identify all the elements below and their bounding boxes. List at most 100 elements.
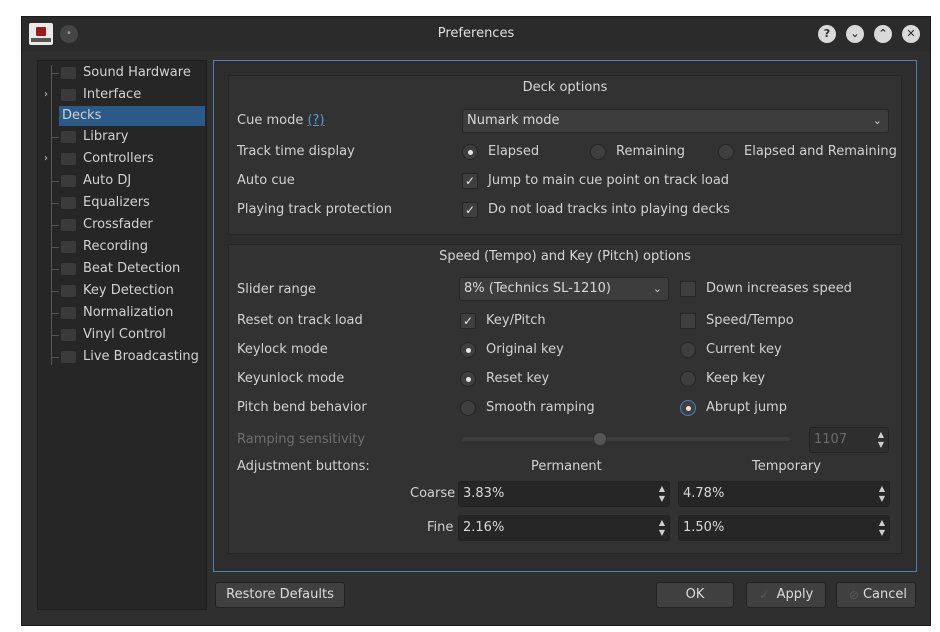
sidebar-item-beat-detection[interactable]: Beat Detection [38, 259, 206, 279]
fine-label: Fine [427, 520, 454, 535]
title-bar: • Preferences ? ⌄ ⌃ ✕ [22, 17, 930, 51]
speed-options-group: Speed (Tempo) and Key (Pitch) options Sl… [228, 244, 902, 554]
keyunlock-reset-label[interactable]: Reset key [486, 371, 549, 386]
cancel-icon: ⊘ [849, 588, 860, 602]
spin-arrows-icon[interactable]: ▲ ▼ [878, 430, 884, 450]
ramping-label: Ramping sensitivity [237, 432, 366, 447]
track-time-elapsed-label[interactable]: Elapsed [488, 144, 539, 159]
ok-button[interactable]: OK [656, 582, 734, 608]
sidebar-item-recording[interactable]: Recording [38, 237, 206, 257]
sidebar-item-crossfader[interactable]: Crossfader [38, 215, 206, 235]
window-title: Preferences [437, 26, 515, 41]
keyunlock-keep-radio[interactable] [680, 371, 696, 387]
pitchbend-abrupt-radio[interactable] [680, 400, 696, 416]
track-time-remaining-radio[interactable] [590, 144, 606, 160]
close-button[interactable]: ✕ [902, 25, 920, 43]
chevron-right-icon[interactable]: › [44, 85, 48, 105]
temporary-header: Temporary [752, 459, 821, 474]
permanent-header: Permanent [531, 459, 602, 474]
autodj-icon [61, 175, 76, 187]
sidebar-item-library[interactable]: Library [38, 127, 206, 147]
sidebar-item-sound-hardware[interactable]: Sound Hardware [38, 63, 206, 83]
pitchbend-abrupt-label[interactable]: Abrupt jump [706, 400, 787, 415]
minimize-button[interactable]: ⌄ [846, 25, 864, 43]
reset-label: Reset on track load [237, 313, 363, 328]
spin-arrows-icon[interactable]: ▲ ▼ [659, 484, 665, 504]
protection-checkbox[interactable]: ✓ [462, 202, 478, 218]
fine-temporary-spinbox[interactable]: 1.50% ▲ ▼ [678, 515, 890, 541]
slider-range-label: Slider range [237, 282, 317, 297]
speed-options-title: Speed (Tempo) and Key (Pitch) options [439, 249, 691, 264]
sidebar-item-interface[interactable]: › Interface [38, 85, 206, 105]
sidebar-item-controllers[interactable]: › Controllers [38, 149, 206, 169]
sidebar-item-vinyl-control[interactable]: Vinyl Control [38, 325, 206, 345]
pitchbend-smooth-label[interactable]: Smooth ramping [486, 400, 595, 415]
preferences-sidebar: Sound Hardware › Interface Decks Library … [37, 60, 207, 610]
keyunlock-reset-radio[interactable] [460, 371, 476, 387]
track-time-elapsed-radio[interactable] [462, 144, 478, 160]
protection-option[interactable]: Do not load tracks into playing decks [488, 202, 730, 217]
recording-icon [61, 241, 76, 253]
chevron-right-icon[interactable]: › [44, 149, 48, 169]
keylock-original-radio[interactable] [460, 342, 476, 358]
vinyl-icon [61, 329, 76, 341]
reset-key-checkbox[interactable]: ✓ [460, 313, 476, 329]
coarse-label: Coarse [410, 486, 456, 501]
spin-arrows-icon[interactable]: ▲ ▼ [659, 518, 665, 538]
spin-arrows-icon[interactable]: ▲ ▼ [879, 518, 885, 538]
cue-mode-help-link[interactable]: (?) [307, 113, 324, 128]
apply-button[interactable]: ✓ Apply [746, 582, 826, 608]
reset-speed-label[interactable]: Speed/Tempo [706, 313, 794, 328]
reset-speed-checkbox[interactable] [680, 313, 696, 329]
reset-key-label[interactable]: Key/Pitch [486, 313, 546, 328]
key-icon [61, 285, 76, 297]
interface-icon [61, 89, 76, 101]
keylock-current-radio[interactable] [680, 342, 696, 358]
spin-arrows-icon[interactable]: ▲ ▼ [879, 484, 885, 504]
slider-range-select[interactable]: 8% (Technics SL-1210) ⌄ [459, 277, 669, 301]
ramping-slider-track[interactable] [462, 437, 790, 441]
track-time-label: Track time display [237, 144, 355, 159]
ramping-spinbox[interactable]: 1107 ▲ ▼ [809, 427, 889, 453]
preferences-window: • Preferences ? ⌄ ⌃ ✕ Sound Hardware › In… [21, 16, 931, 626]
ramping-slider-handle[interactable] [592, 432, 607, 446]
help-button[interactable]: ? [818, 25, 836, 43]
down-increases-checkbox[interactable] [680, 281, 696, 297]
sidebar-item-decks[interactable]: Decks [59, 106, 205, 126]
checkmark-icon: ✓ [759, 588, 770, 602]
keylock-original-label[interactable]: Original key [486, 342, 564, 357]
keyunlock-keep-label[interactable]: Keep key [706, 371, 765, 386]
down-increases-label[interactable]: Down increases speed [706, 281, 852, 296]
adjust-label: Adjustment buttons: [237, 459, 370, 474]
chevron-down-icon: ⌄ [652, 282, 662, 295]
pitchbend-smooth-radio[interactable] [460, 400, 476, 416]
coarse-temporary-spinbox[interactable]: 4.78% ▲ ▼ [678, 481, 890, 507]
sidebar-item-live-broadcasting[interactable]: Live Broadcasting [38, 347, 206, 367]
sidebar-item-key-detection[interactable]: Key Detection [38, 281, 206, 301]
keylock-label: Keylock mode [237, 342, 328, 357]
deck-options-title: Deck options [522, 80, 608, 95]
auto-cue-checkbox[interactable]: ✓ [462, 173, 478, 189]
cue-mode-label: Cue mode (?) [237, 113, 325, 128]
controller-icon [61, 153, 76, 165]
deck-options-group: Deck options Cue mode (?) Numark mode ⌄ T… [228, 75, 902, 235]
track-time-both-radio[interactable] [718, 144, 734, 160]
sidebar-item-auto-dj[interactable]: Auto DJ [38, 171, 206, 191]
decks-page: Deck options Cue mode (?) Numark mode ⌄ T… [213, 60, 917, 572]
maximize-button[interactable]: ⌃ [874, 25, 892, 43]
pitchbend-label: Pitch bend behavior [237, 400, 367, 415]
restore-defaults-button[interactable]: Restore Defaults [215, 582, 345, 608]
chevron-down-icon: ⌄ [872, 114, 882, 127]
keylock-current-label[interactable]: Current key [706, 342, 782, 357]
sidebar-item-equalizers[interactable]: Equalizers [38, 193, 206, 213]
auto-cue-option[interactable]: Jump to main cue point on track load [488, 173, 729, 188]
coarse-permanent-spinbox[interactable]: 3.83% ▲ ▼ [458, 481, 670, 507]
fine-permanent-spinbox[interactable]: 2.16% ▲ ▼ [458, 515, 670, 541]
sidebar-item-normalization[interactable]: Normalization [38, 303, 206, 323]
track-time-both-label[interactable]: Elapsed and Remaining [744, 144, 897, 159]
auto-cue-label: Auto cue [237, 173, 295, 188]
track-time-remaining-label[interactable]: Remaining [616, 144, 685, 159]
cue-mode-select[interactable]: Numark mode ⌄ [462, 109, 889, 133]
speaker-icon [61, 67, 76, 79]
cancel-button[interactable]: ⊘ Cancel [836, 582, 916, 608]
